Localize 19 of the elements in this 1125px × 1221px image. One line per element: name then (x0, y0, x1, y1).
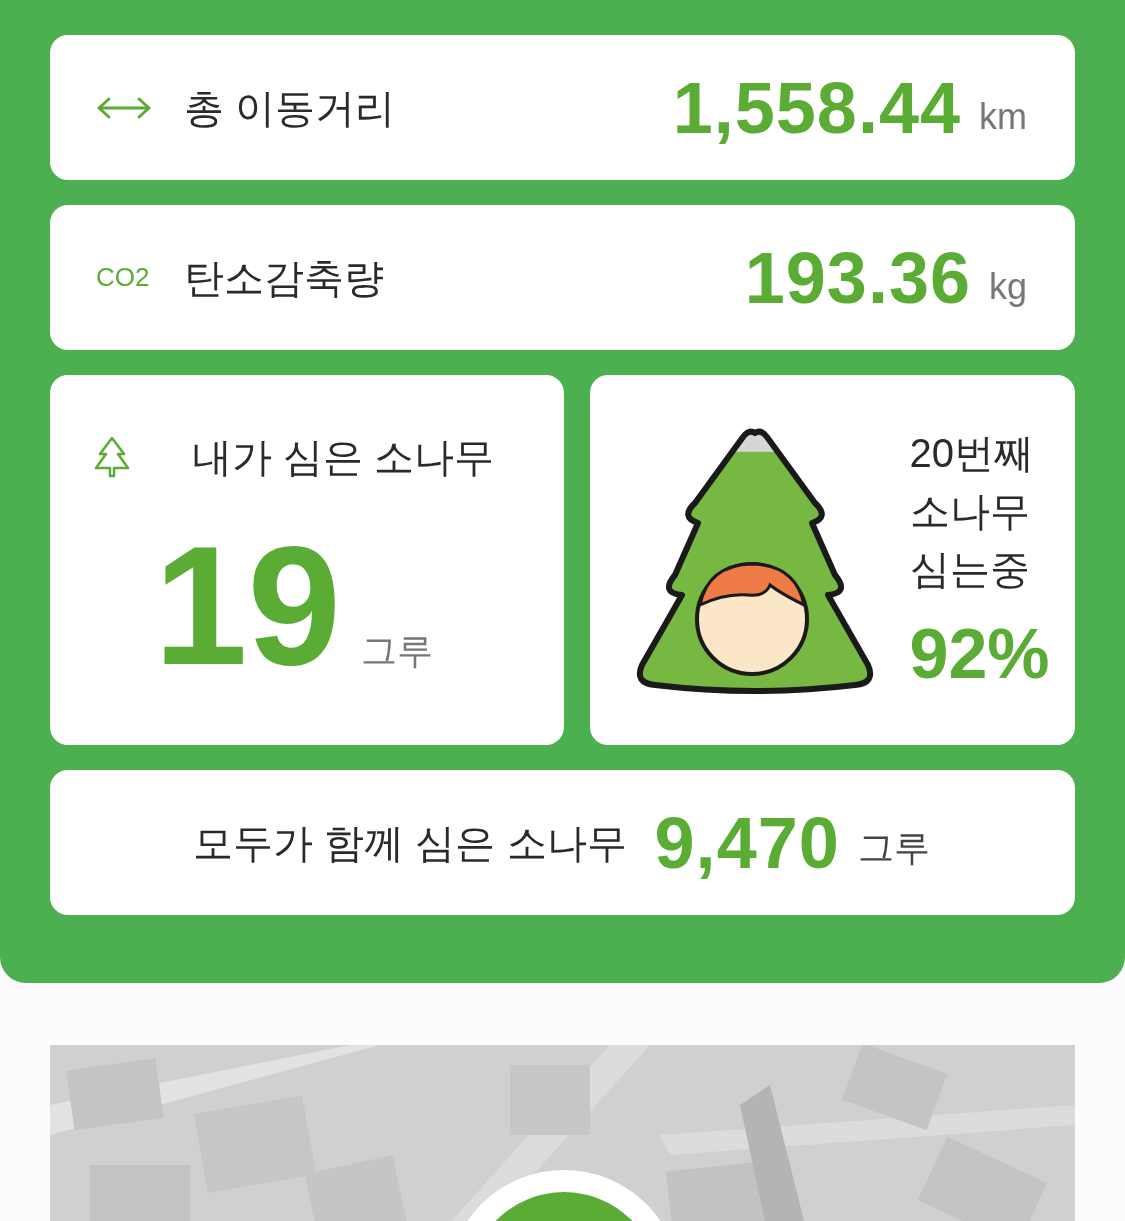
unit-label: 그루 (360, 628, 433, 673)
card-title: 모두가 함께 심은 소나무 (193, 819, 627, 867)
stat-value: 1,558.44 (672, 71, 961, 144)
stat-label: 탄소감축량 (184, 254, 384, 302)
double-arrow-icon (96, 95, 152, 120)
co2-label: CO2 (96, 261, 151, 294)
card-title: 내가 심은 소나무 (192, 434, 495, 481)
status-text: 20번째 (909, 430, 1035, 477)
total-tree-count: 9,470 (654, 806, 840, 879)
status-text: 심는중 (909, 546, 1031, 593)
progress-percent: 92% (909, 614, 1050, 695)
unit-label: km (979, 94, 1027, 139)
stat-label: 총 이동거리 (184, 84, 396, 132)
tree-count: 19 (154, 535, 341, 678)
unit-label: kg (988, 264, 1027, 309)
stat-value: 193.36 (744, 241, 971, 314)
unit-label: 그루 (857, 825, 930, 870)
tree-icon (94, 436, 130, 478)
status-text: 소나무 (909, 488, 1031, 535)
